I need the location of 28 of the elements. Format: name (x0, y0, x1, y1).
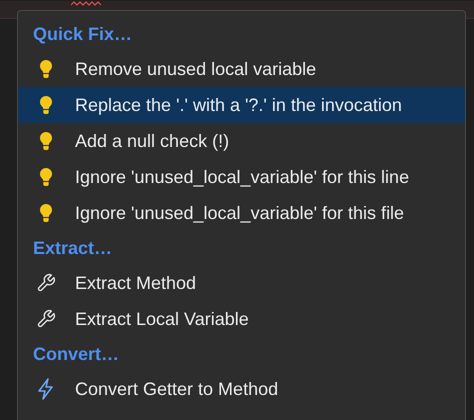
menu-item[interactable]: Replace the '.' with a '?.' in the invocation (18, 87, 465, 123)
menu-item-label: Extract Method (75, 272, 196, 294)
menu-item[interactable]: Ignore 'unused_local_variable' for this line (18, 159, 465, 195)
error-squiggle-icon (71, 1, 101, 7)
menu-item[interactable]: Remove unused local variable (18, 51, 465, 87)
lightbulb-icon (39, 203, 53, 223)
section-heading: Extract… (32, 236, 114, 260)
menu-item-label: Remove unused local variable (75, 58, 316, 80)
menu-item-label: Ignore 'unused_local_variable' for this line (75, 166, 410, 189)
menu-item-label: Ignore 'unused_local_variable' for this file (75, 202, 404, 225)
menu-item-label: Extract Local Variable (75, 308, 249, 330)
menu-item[interactable]: Extract Local Variable (18, 301, 465, 337)
menu-item[interactable]: Extract Method (18, 265, 465, 301)
menu-item-label: Convert Getter to Method (75, 378, 278, 400)
section-heading: Quick Fix… (32, 22, 134, 46)
menu-item-label: Replace the '.' with a '?.' in the invocation (75, 94, 402, 117)
menu-item-label: Add a null check (!) (75, 130, 230, 153)
wrench-icon (36, 309, 56, 329)
menu-item[interactable]: Ignore 'unused_local_variable' for this file (18, 195, 465, 231)
lightbulb-icon (39, 167, 53, 187)
lightbulb-icon (39, 59, 53, 79)
lightning-icon (37, 378, 55, 400)
lightbulb-icon (39, 131, 53, 151)
section-heading: Convert… (32, 342, 120, 366)
lightbulb-icon (39, 95, 53, 115)
menu-item[interactable]: Convert Getter to Method (18, 371, 465, 407)
wrench-icon (36, 273, 56, 293)
menu-item[interactable]: Add a null check (!) (18, 123, 465, 159)
